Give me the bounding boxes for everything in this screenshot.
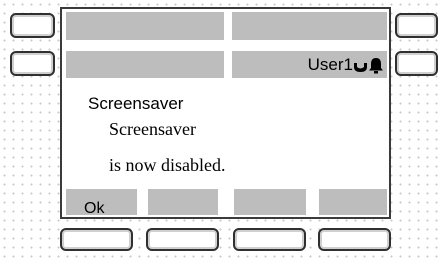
- softkey-4-button[interactable]: [318, 228, 391, 251]
- right-line-key-2[interactable]: [395, 51, 438, 76]
- message-title: Screensaver: [88, 94, 184, 113]
- softkey-label-3-bg: [234, 189, 306, 215]
- right-line-key-1[interactable]: [395, 13, 438, 38]
- softkey-3-button[interactable]: [233, 228, 306, 251]
- softkey-ok-button[interactable]: [60, 228, 133, 251]
- bell-icon: [369, 58, 383, 74]
- handset-icon: [354, 63, 367, 72]
- phone-display: User1 Screensaver Screensaver is now dis…: [60, 7, 391, 219]
- softkey-2-button[interactable]: [146, 228, 219, 251]
- softkey-label-4-bg: [319, 189, 387, 215]
- user-label: User1: [307, 55, 353, 74]
- softkey-label-ok: Ok: [84, 200, 105, 217]
- softkey-label-2-bg: [148, 189, 218, 215]
- status-bar-left: [66, 51, 224, 78]
- display-header-left: [66, 12, 224, 40]
- message-line-2: is now disabled.: [109, 155, 226, 175]
- display-header-right: [232, 12, 387, 40]
- left-line-key-1[interactable]: [10, 13, 55, 38]
- left-line-key-2[interactable]: [10, 51, 55, 76]
- message-line-1: Screensaver: [109, 119, 196, 139]
